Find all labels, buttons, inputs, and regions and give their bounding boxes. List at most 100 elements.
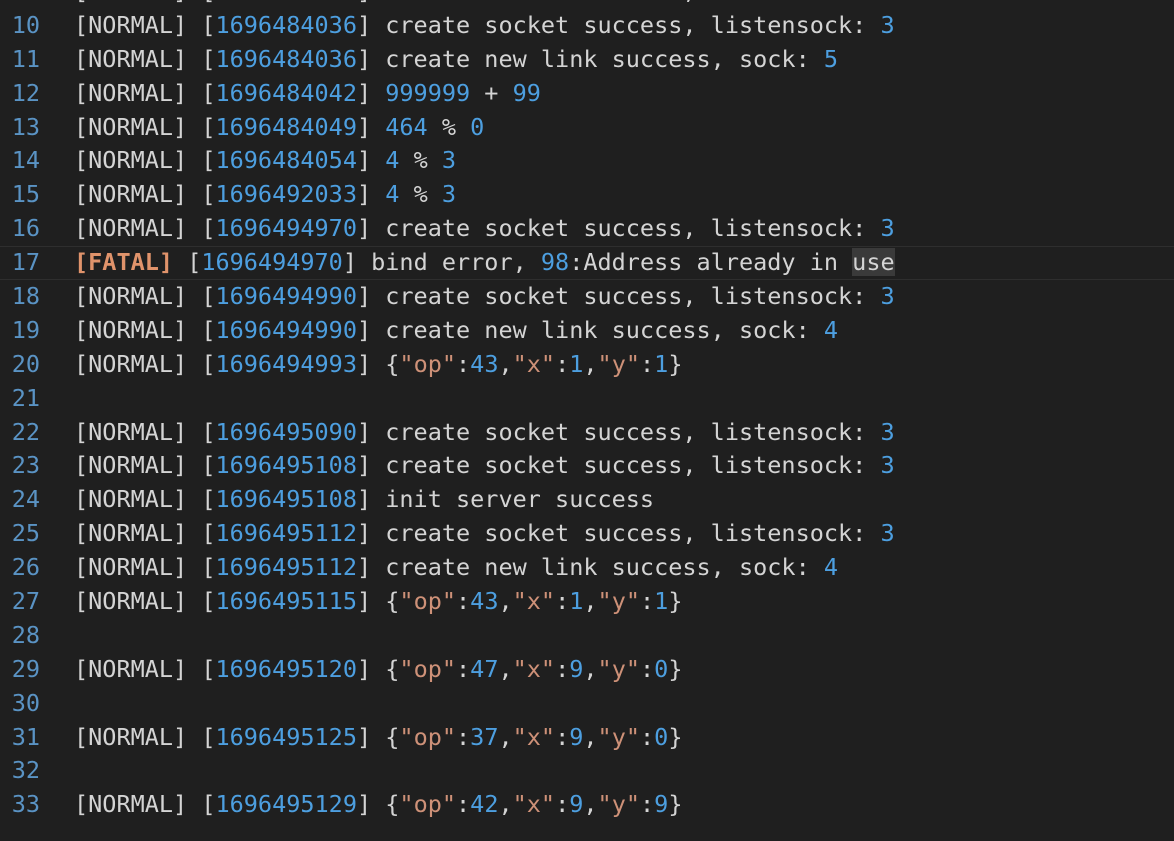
code-token: 98 [540, 248, 570, 277]
code-token: ] create socket success, listensock: [357, 0, 880, 5]
editor-line[interactable]: 19 [NORMAL] [1696494990] create new link … [0, 314, 1174, 348]
code-token: 1696494993 [215, 349, 357, 378]
code-token: } [668, 722, 683, 751]
line-number: 31 [11, 722, 40, 751]
code-token: ] { [356, 654, 400, 683]
line-content[interactable]: [NORMAL] [1696494990] create new link su… [74, 314, 838, 348]
code-token: ] { [356, 349, 400, 378]
line-content[interactable]: [NORMAL] [1696495112] create new link su… [74, 551, 838, 585]
code-token: 0 [470, 112, 485, 141]
line-content[interactable]: [NORMAL] [1696495125] {"op":37,"x":9,"y"… [74, 721, 682, 755]
editor-line[interactable]: 30 [0, 687, 1174, 721]
code-editor[interactable]: 9 [NORMAL] [1696484024] create socket suc… [0, 0, 1174, 841]
line-content[interactable]: [NORMAL] [1696484049] 464 % 0 [74, 111, 484, 145]
line-number: 28 [11, 620, 40, 649]
code-token: [NORMAL] [ [74, 790, 216, 819]
line-content[interactable]: [NORMAL] [1696484054] 4 % 3 [74, 144, 456, 178]
editor-line[interactable]: 12 [NORMAL] [1696484042] 999999 + 99 [0, 77, 1174, 111]
editor-line[interactable]: 33 [NORMAL] [1696495129] {"op":42,"x":9,"… [0, 788, 1174, 822]
line-number: 23 [11, 451, 40, 480]
code-token: "op" [399, 722, 457, 751]
code-token: 43 [470, 349, 499, 378]
code-token: ] [356, 112, 386, 141]
code-token: % [427, 112, 471, 141]
line-number: 15 [11, 180, 40, 209]
code-token: "x" [512, 722, 556, 751]
editor-line[interactable]: 15 [NORMAL] [1696492033] 4 % 3 [0, 178, 1174, 212]
code-token: 9 [569, 790, 584, 819]
editor-line[interactable]: 21 [0, 382, 1174, 416]
line-number: 11 [11, 44, 40, 73]
code-token: 3 [880, 10, 895, 39]
editor-line[interactable]: 28 [0, 619, 1174, 653]
code-token: [NORMAL] [ [74, 451, 216, 480]
editor-line[interactable]: 11 [NORMAL] [1696484036] create new link … [0, 43, 1174, 77]
code-token: } [668, 349, 683, 378]
code-token: : [456, 790, 471, 819]
line-number: 19 [11, 315, 40, 344]
line-content[interactable]: [NORMAL] [1696495115] {"op":43,"x":1,"y"… [74, 585, 682, 619]
line-content[interactable]: [NORMAL] [1696495120] {"op":47,"x":9,"y"… [74, 653, 682, 687]
code-token: , [498, 722, 513, 751]
line-content[interactable]: [NORMAL] [1696484036] create new link su… [74, 43, 838, 77]
editor-line[interactable]: 24 [NORMAL] [1696495108] init server succ… [0, 483, 1174, 517]
code-token: 9 [654, 790, 669, 819]
line-content[interactable]: [NORMAL] [1696484042] 999999 + 99 [74, 77, 541, 111]
line-content[interactable]: [NORMAL] [1696484024] create socket succ… [74, 0, 895, 9]
code-token: 1696494970 [215, 214, 357, 243]
code-token: "op" [399, 790, 457, 819]
editor-line[interactable]: 10 [NORMAL] [1696484036] create socket su… [0, 9, 1174, 43]
code-token: , [498, 654, 513, 683]
editor-line[interactable]: 29 [NORMAL] [1696495120] {"op":47,"x":9,"… [0, 653, 1174, 687]
line-content[interactable]: [NORMAL] [1696494993] {"op":43,"x":1,"y"… [74, 348, 682, 382]
code-token: [NORMAL] [ [74, 78, 216, 107]
line-content[interactable]: [NORMAL] [1696495112] create socket succ… [74, 517, 895, 551]
line-content[interactable]: [NORMAL] [1696484036] create socket succ… [74, 9, 895, 43]
code-token: "op" [399, 349, 457, 378]
editor-line[interactable]: 23 [NORMAL] [1696495108] create socket su… [0, 449, 1174, 483]
editor-line[interactable]: 26 [NORMAL] [1696495112] create new link … [0, 551, 1174, 585]
code-token: 3 [880, 282, 895, 311]
code-token: ] create socket success, listensock: [356, 519, 881, 548]
editor-line[interactable]: 31 [NORMAL] [1696495125] {"op":37,"x":9,"… [0, 721, 1174, 755]
editor-line[interactable]: 14 [NORMAL] [1696484054] 4 % 3 [0, 144, 1174, 178]
code-token: "x" [512, 654, 556, 683]
line-content[interactable]: [NORMAL] [1696495090] create socket succ… [74, 416, 895, 450]
code-token: 1696495120 [215, 654, 357, 683]
code-token: [NORMAL] [ [74, 282, 216, 311]
code-token: 1696495129 [215, 790, 357, 819]
code-token: ] create socket success, listensock: [356, 417, 881, 446]
editor-line[interactable]: 18 [NORMAL] [1696494990] create socket su… [0, 280, 1174, 314]
code-token: , [498, 349, 513, 378]
editor-line[interactable]: 22 [NORMAL] [1696495090] create socket su… [0, 416, 1174, 450]
code-token: ] { [356, 722, 400, 751]
line-number: 9 [0, 0, 40, 9]
editor-line[interactable]: 25 [NORMAL] [1696495112] create socket su… [0, 517, 1174, 551]
line-content[interactable]: [NORMAL] [1696495108] create socket succ… [74, 449, 895, 483]
code-token: ] create socket success, listensock: [356, 10, 881, 39]
code-token: 5 [823, 44, 839, 73]
editor-line[interactable]: 32 [0, 754, 1174, 788]
code-token: [NORMAL] [ [74, 722, 216, 751]
editor-line[interactable]: 9 [NORMAL] [1696484024] create socket suc… [0, 0, 1174, 9]
code-token: , [583, 722, 598, 751]
editor-line[interactable]: 20 [NORMAL] [1696494993] {"op":43,"x":1,"… [0, 348, 1174, 382]
editor-line[interactable]: 27 [NORMAL] [1696495115] {"op":43,"x":1,"… [0, 585, 1174, 619]
line-content[interactable]: [NORMAL] [1696495108] init server succes… [74, 483, 654, 517]
code-token: ] create socket success, listensock: [356, 451, 881, 480]
code-token: : [555, 722, 570, 751]
line-number: 29 [11, 654, 40, 683]
code-token: 1696495108 [215, 451, 357, 480]
editor-line[interactable]: 16 [NORMAL] [1696494970] create socket su… [0, 212, 1174, 246]
line-content[interactable]: [NORMAL] [1696492033] 4 % 3 [74, 178, 456, 212]
code-token: 4 [385, 146, 400, 175]
code-token: 42 [470, 790, 499, 819]
code-token: "y" [597, 722, 640, 751]
line-content[interactable]: [NORMAL] [1696494970] create socket succ… [74, 212, 895, 246]
line-content[interactable]: [NORMAL] [1696494990] create socket succ… [74, 280, 895, 314]
editor-line[interactable]: 13 [NORMAL] [1696484049] 464 % 0 [0, 111, 1174, 145]
editor-line[interactable]: 17 [FATAL] [1696494970] bind error, 98:Ad… [0, 246, 1174, 281]
line-content[interactable]: [FATAL] [1696494970] bind error, 98:Addr… [74, 247, 895, 279]
line-number: 33 [11, 790, 40, 819]
line-content[interactable]: [NORMAL] [1696495129] {"op":42,"x":9,"y"… [74, 788, 682, 822]
